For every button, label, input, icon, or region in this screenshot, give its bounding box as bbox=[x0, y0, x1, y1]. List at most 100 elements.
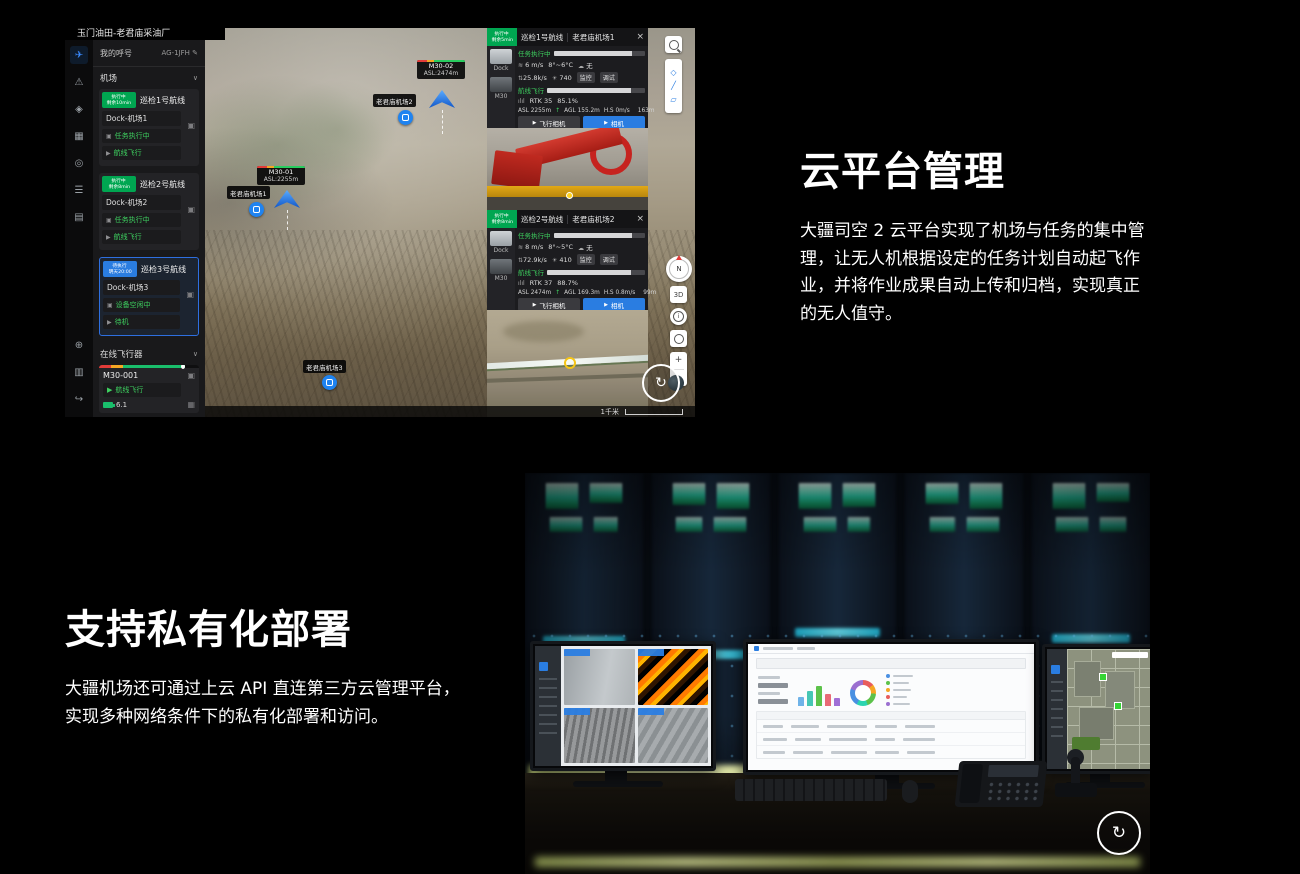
monitor-button[interactable]: 监控 bbox=[577, 72, 595, 83]
map-status-bar: 1千米 bbox=[205, 406, 695, 417]
dock-marker-icon[interactable] bbox=[322, 375, 337, 390]
grid-icon[interactable]: ▦ bbox=[187, 400, 195, 409]
map-search-bar[interactable] bbox=[1112, 652, 1148, 658]
aircraft-name: M30-001 bbox=[103, 371, 138, 380]
rail-icon-fleet[interactable]: ✈ bbox=[70, 46, 88, 64]
dock-card-1[interactable]: 执行中剩余10min 巡检1号航线 Dock-机场1 ▣任务执行中 ▶航线飞行 … bbox=[99, 89, 199, 166]
dock-status-row: ▣任务执行中 bbox=[102, 129, 181, 143]
panel-header: 执行中剩余5min 巡检1号航线 老君庙机场1 × bbox=[487, 28, 648, 46]
weather-row: ≋ 8 m/s 8°~5°C ☁ 无 bbox=[518, 242, 645, 252]
route-tab[interactable]: 巡检1号航线 bbox=[521, 32, 563, 43]
dock-thumb-label: Dock bbox=[493, 65, 508, 72]
airports-section-header[interactable]: 机场 ∨ bbox=[93, 67, 205, 89]
date-filter[interactable] bbox=[756, 658, 1026, 669]
table-header bbox=[757, 712, 1025, 720]
point-tool-icon[interactable]: ◇ bbox=[670, 67, 676, 78]
drone-thumbnail[interactable] bbox=[490, 77, 512, 92]
video-tile[interactable] bbox=[564, 708, 635, 764]
search-button[interactable] bbox=[665, 36, 682, 53]
drone-thumb-label: M30 bbox=[495, 275, 508, 282]
sun-icon: ☀ bbox=[552, 75, 557, 82]
rail-icon-globe[interactable]: ⊕ bbox=[70, 336, 88, 354]
search-icon bbox=[669, 40, 679, 50]
dock-thumbnail[interactable] bbox=[490, 49, 512, 64]
task-icon: ▣ bbox=[106, 217, 112, 224]
refresh-icon: ↻ bbox=[655, 375, 667, 391]
wind-icon: ≋ bbox=[518, 244, 523, 251]
flight-icon: ▶ bbox=[106, 150, 111, 157]
field-block bbox=[1074, 661, 1101, 697]
status-badge: 执行中剩余8min bbox=[487, 210, 517, 228]
rail-icon-media[interactable]: ▦ bbox=[70, 127, 88, 145]
camera-icon[interactable]: ▣ bbox=[186, 290, 194, 299]
dock-tab[interactable]: 老君庙机场2 bbox=[572, 214, 614, 225]
aircraft-section-header[interactable]: 在线飞行器 ∨ bbox=[93, 343, 205, 365]
compass-needle bbox=[676, 255, 682, 260]
drone-thumbnail[interactable] bbox=[490, 259, 512, 274]
dock-name: Dock-机场3 bbox=[103, 280, 180, 295]
table-row[interactable] bbox=[757, 733, 1025, 746]
camera-icon[interactable]: ▣ bbox=[187, 371, 195, 380]
map-scale-label: 1千米 bbox=[601, 407, 619, 417]
device-thumbnails: Dock M30 bbox=[487, 46, 515, 128]
replay-button[interactable]: ↻ bbox=[642, 364, 680, 402]
locate-button[interactable] bbox=[670, 330, 687, 347]
table-row[interactable] bbox=[757, 746, 1025, 758]
up-icon: ↑ bbox=[555, 107, 560, 114]
map-canvas[interactable]: M30-02 ASL:2474m 老君庙机场2 M30-01 ASL:2255m… bbox=[205, 28, 695, 417]
callsign-value[interactable]: AG-1JFH ✎ bbox=[161, 49, 198, 57]
drone-marker-label[interactable]: M30-01 ASL:2255m bbox=[257, 166, 305, 185]
altitude-row: ASL 2255m↑ AGL 155.2m H.S 0m/s 163m bbox=[518, 107, 645, 114]
drone-marker-label[interactable]: M30-02 ASL:2474m bbox=[417, 60, 465, 79]
dock-card-2[interactable]: 执行中剩余8min 巡检2号航线 Dock-机场2 ▣任务执行中 ▶航线飞行 ▣ bbox=[99, 173, 199, 250]
line-tool-icon[interactable]: ╱ bbox=[671, 80, 676, 91]
refresh-icon: ↻ bbox=[1112, 823, 1126, 843]
close-icon[interactable]: × bbox=[636, 32, 644, 42]
rail-icon-devices[interactable]: ☰ bbox=[70, 181, 88, 199]
monitor-button[interactable]: 监控 bbox=[577, 254, 595, 265]
camera-icon[interactable]: ▣ bbox=[187, 121, 195, 130]
dock-marker-label[interactable]: 老君庙机场3 bbox=[303, 360, 346, 373]
table-row[interactable] bbox=[757, 720, 1025, 733]
dock-thumb-label: Dock bbox=[493, 247, 508, 254]
camera-feed-2[interactable] bbox=[487, 310, 648, 417]
drone-altitude-line bbox=[287, 210, 288, 230]
dock-marker-label[interactable]: 老君庙机场2 bbox=[373, 94, 416, 107]
video-tile[interactable] bbox=[564, 649, 635, 705]
route-tab[interactable]: 巡检2号航线 bbox=[521, 214, 563, 225]
telemetry-row: ılıl RTK 35 85.1% bbox=[518, 97, 645, 105]
rail-icon-monitor[interactable]: ▥ bbox=[70, 363, 88, 381]
replay-button[interactable]: ↻ bbox=[1097, 811, 1141, 855]
rail-icon-alert[interactable]: ⚠ bbox=[70, 73, 88, 91]
polygon-tool-icon[interactable]: ▱ bbox=[670, 94, 676, 105]
section-heading: 支持私有化部署 bbox=[65, 608, 485, 652]
rail-icon-route[interactable]: ◈ bbox=[70, 100, 88, 118]
dock-tab[interactable]: 老君庙机场1 bbox=[572, 32, 614, 43]
device-thumbnails: Dock M30 bbox=[487, 228, 515, 310]
aircraft-card-1[interactable]: M30-001▣ ▶航线飞行 6.1 ▦ bbox=[99, 365, 199, 413]
dock-card-3-selected[interactable]: 待执行明天20:00 巡检3号航线 Dock-机场3 ▣设备空闲中 ▶待机 ▣ bbox=[99, 257, 199, 336]
dock-status-text: 任务执行中 bbox=[518, 48, 551, 58]
dock-marker-label[interactable]: 老君庙机场1 bbox=[227, 186, 270, 199]
rail-icon-exit[interactable]: ↪ bbox=[70, 390, 88, 408]
rail-icon-schedule[interactable]: ▤ bbox=[70, 208, 88, 226]
close-icon[interactable]: × bbox=[636, 214, 644, 224]
3d-view-button[interactable]: 3D bbox=[670, 286, 687, 303]
link-row: ⇅72.9k/s ☀ 410 监控 调试 bbox=[518, 254, 645, 265]
dock-marker-icon[interactable] bbox=[398, 110, 413, 125]
video-tile[interactable] bbox=[638, 708, 709, 764]
weather-row: ≋ 6 m/s 8°~6°C ☁ 无 bbox=[518, 60, 645, 70]
zoom-in-button[interactable]: + bbox=[675, 352, 683, 369]
info-button[interactable]: i bbox=[670, 308, 687, 325]
rail-icon-radar[interactable]: ◎ bbox=[70, 154, 88, 172]
debug-button[interactable]: 调试 bbox=[600, 72, 618, 83]
camera-icon[interactable]: ▣ bbox=[187, 205, 195, 214]
dock-status-row: ▣任务执行中 bbox=[102, 213, 181, 227]
dock-marker-icon[interactable] bbox=[249, 202, 264, 217]
debug-button[interactable]: 调试 bbox=[600, 254, 618, 265]
camera-feed-1[interactable] bbox=[487, 128, 648, 210]
compass-control[interactable]: N bbox=[666, 256, 692, 282]
chevron-down-icon: ∨ bbox=[193, 350, 198, 358]
dock-thumbnail[interactable] bbox=[490, 231, 512, 246]
thermal-tile[interactable] bbox=[638, 649, 709, 705]
